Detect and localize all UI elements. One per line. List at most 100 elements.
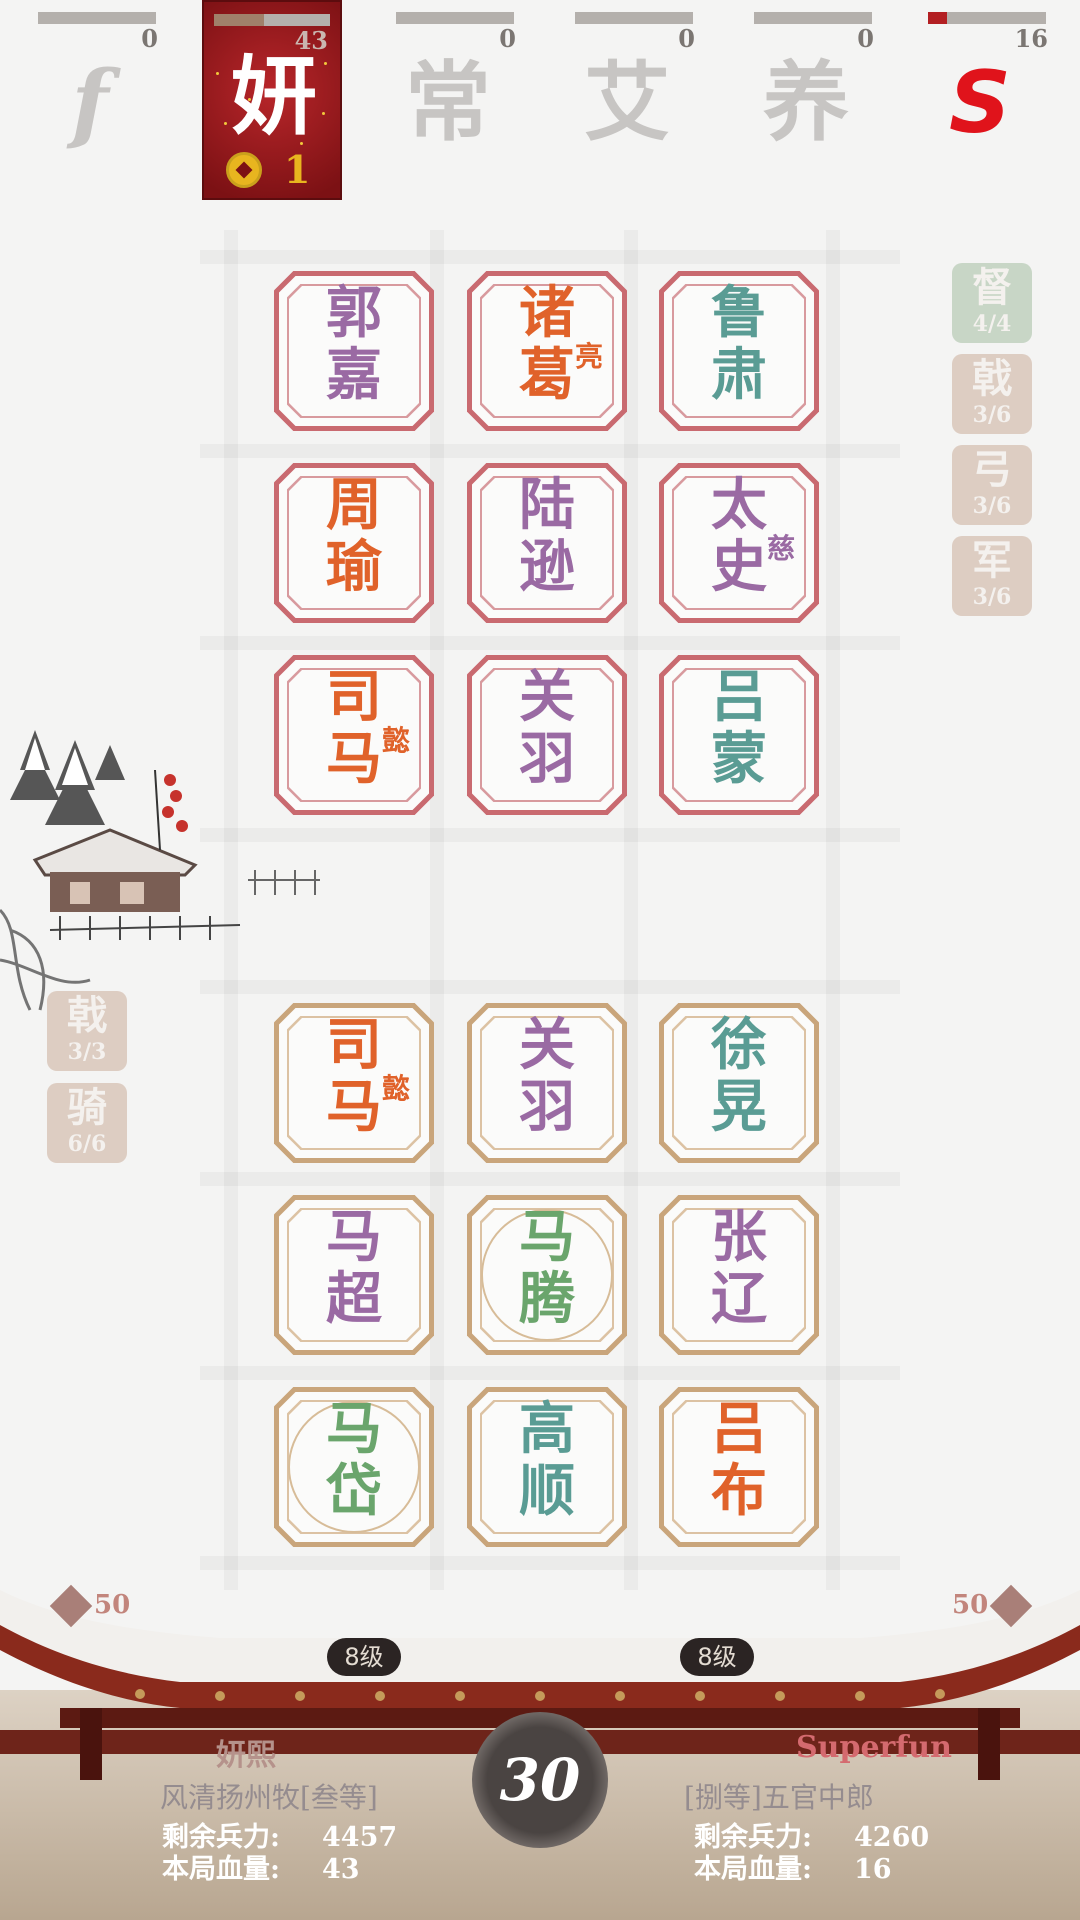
badge-name: 骑 (67, 1085, 107, 1131)
synergy-badge[interactable]: 戟 3/6 (952, 354, 1032, 434)
grid-line (200, 1556, 900, 1570)
hp-bar (754, 12, 872, 24)
my-hero-card[interactable]: 马腾 (467, 1195, 627, 1355)
right-level-badge: 8级 (680, 1638, 754, 1676)
player-slot-3[interactable]: 0 常 (378, 0, 518, 200)
enemy-hero-card[interactable]: 周瑜 (274, 463, 434, 623)
grid-line (200, 250, 900, 264)
hp-bar (928, 12, 1046, 24)
my-hero-card[interactable]: 马岱 (274, 1387, 434, 1547)
my-hero-card[interactable]: 高顺 (467, 1387, 627, 1547)
my-hero-card[interactable]: 徐晃 (659, 1003, 819, 1163)
hp-bar (214, 14, 330, 26)
coin-count: 1 (284, 147, 311, 192)
right-power: 50 (952, 1584, 1034, 1628)
snowy-village-painting (0, 730, 320, 1011)
grid-line (200, 1172, 900, 1186)
hp-label: 本局血量: (694, 1854, 812, 1885)
troops-label: 剩余兵力: (162, 1822, 280, 1853)
enemy-hero-card[interactable]: 郭嘉 (274, 271, 434, 431)
my-hero-card[interactable]: 马超 (274, 1195, 434, 1355)
hero-name: 高顺 (519, 1397, 575, 1524)
badge-name: 戟 (972, 356, 1012, 402)
enemy-hero-card[interactable]: 关羽 (467, 655, 627, 815)
hero-name: 关羽 (519, 1013, 575, 1140)
player-avatar-glyph: 养 (763, 52, 849, 153)
right-power-value: 50 (952, 1590, 989, 1620)
player-slot-1[interactable]: 0 f (20, 0, 160, 200)
synergy-badge[interactable]: 军 3/6 (952, 536, 1032, 616)
hero-name: 张辽 (711, 1205, 767, 1332)
left-player-title: 风清扬州牧[叁等] (160, 1781, 378, 1814)
enemy-hero-card[interactable]: 鲁肃 (659, 271, 819, 431)
hero-name: 周瑜 (326, 473, 382, 600)
coin-icon (226, 152, 262, 188)
round-timer: 30 (472, 1712, 608, 1848)
hero-name-suffix: 懿 (382, 724, 411, 757)
right-player-title: [捌等]五官中郎 (684, 1781, 874, 1814)
hero-name-suffix: 亮 (575, 340, 604, 373)
hero-name: 太史 (711, 473, 767, 600)
hero-name: 司马 (326, 1013, 382, 1140)
grid-line (624, 230, 638, 1590)
my-hero-card[interactable]: 吕布 (659, 1387, 819, 1547)
left-player-hp: 本局血量: 43 (162, 1854, 360, 1886)
hero-name: 马岱 (326, 1397, 382, 1524)
player-slot-4[interactable]: 0 艾 (557, 0, 697, 200)
grid-line (200, 444, 900, 458)
my-hero-card[interactable]: 张辽 (659, 1195, 819, 1355)
grid-line (200, 636, 900, 650)
right-player-name: Superfun (796, 1730, 952, 1765)
synergy-badge[interactable]: 弓 3/6 (952, 445, 1032, 525)
hero-name: 吕蒙 (711, 665, 767, 792)
badge-count: 6/6 (67, 1131, 107, 1157)
grid-line (430, 230, 444, 1590)
badge-count: 4/4 (972, 311, 1012, 337)
synergy-badge[interactable]: 骑 6/6 (47, 1083, 127, 1163)
hp-bar (396, 12, 514, 24)
enemy-hero-card[interactable]: 吕蒙 (659, 655, 819, 815)
troops-value: 4457 (322, 1822, 398, 1853)
badge-name: 戟 (67, 993, 107, 1039)
badge-name: 弓 (972, 447, 1012, 493)
left-level-badge: 8级 (327, 1638, 401, 1676)
badge-count: 3/6 (972, 493, 1012, 519)
left-player-troops: 剩余兵力: 4457 (162, 1822, 397, 1854)
player-slot-2-active[interactable]: 43 妍 1 (202, 0, 342, 200)
hero-name: 吕布 (711, 1397, 767, 1524)
badge-count: 3/6 (972, 584, 1012, 610)
left-player-name: 妍熙 (216, 1738, 276, 1773)
fist-icon (49, 1584, 93, 1628)
hero-name: 司马 (326, 665, 382, 792)
hero-name: 关羽 (519, 665, 575, 792)
synergy-badge[interactable]: 督 4/4 (952, 263, 1032, 343)
player-slot-6[interactable]: 16 S (910, 0, 1050, 200)
left-power: 50 (48, 1584, 131, 1628)
hero-name: 陆逊 (519, 473, 575, 600)
fist-icon (989, 1584, 1033, 1628)
troops-label: 剩余兵力: (694, 1822, 812, 1853)
player-avatar-glyph: 艾 (584, 52, 670, 153)
hp-bar-fill (214, 14, 264, 26)
troops-value: 4260 (854, 1822, 930, 1853)
player-avatar-glyph: f (71, 52, 109, 153)
grid-line (826, 230, 840, 1590)
hero-name: 徐晃 (711, 1013, 767, 1140)
enemy-hero-card[interactable]: 太史慈 (659, 463, 819, 623)
enemy-hero-card[interactable]: 陆逊 (467, 463, 627, 623)
player-avatar-glyph: 妍 (231, 46, 317, 147)
player-avatar-glyph: 常 (405, 52, 491, 153)
hp-value: 16 (854, 1854, 892, 1885)
player-slot-5[interactable]: 0 养 (736, 0, 876, 200)
right-player-hp: 本局血量: 16 (694, 1854, 892, 1886)
enemy-hero-card[interactable]: 诸葛亮 (467, 271, 627, 431)
hp-value: 43 (322, 1854, 360, 1885)
player-avatar-glyph: S (949, 53, 1011, 153)
left-power-value: 50 (94, 1590, 131, 1620)
synergy-badge[interactable]: 戟 3/3 (47, 991, 127, 1071)
right-player-troops: 剩余兵力: 4260 (694, 1822, 929, 1854)
hero-name: 马腾 (519, 1205, 575, 1332)
hero-name: 郭嘉 (326, 281, 382, 408)
my-hero-card[interactable]: 关羽 (467, 1003, 627, 1163)
hp-bar (575, 12, 693, 24)
